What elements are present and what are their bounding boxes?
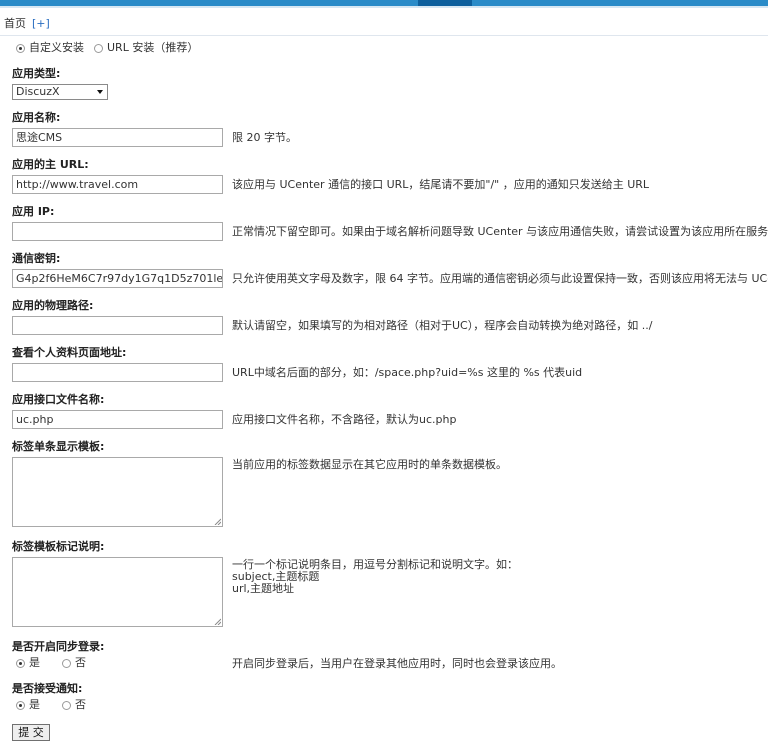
receive-notify-label: 是否接受通知: [12,682,83,695]
app-key-input[interactable]: G4p2f6HeM6C7r97dy1G7q1D5z701leLd3c [12,269,223,288]
profile-url-input[interactable] [12,363,223,382]
app-type-value: DiscuzX [16,85,60,98]
add-tab-link[interactable]: [+] [32,17,50,30]
app-key-label: 通信密钥: [12,252,61,265]
tag-template-hint: 当前应用的标签数据显示在其它应用时的单条数据模板。 [232,458,507,471]
resize-grip-icon[interactable] [214,618,221,625]
api-file-input[interactable]: uc.php [12,410,223,429]
app-url-input[interactable]: http://www.travel.com [12,175,223,194]
radio-unchecked-icon[interactable] [94,43,103,53]
api-file-label: 应用接口文件名称: [12,393,105,406]
app-path-hint: 默认请留空，如果填写的为相对路径（相对于UC），程序会自动转换为绝对路径，如 .… [232,319,653,332]
app-ip-hint: 正常情况下留空即可。如果由于域名解析问题导致 UCenter 与该应用通信失败，… [232,225,768,238]
radio-checked-icon[interactable] [16,658,25,668]
sync-login-hint: 开启同步登录后，当用户在登录其他应用时，同时也会登录该应用。 [232,657,562,670]
receive-notify-yes-label: 是 [29,698,40,711]
install-type-url[interactable]: URL 安装（推荐） [94,40,198,56]
tag-fields-hint: 一行一个标记说明条目，用逗号分割标记和说明文字。如： subject,主题标题 … [232,559,518,595]
sync-login-no[interactable]: 否 [62,655,86,671]
sync-login-yes[interactable]: 是 [16,655,40,671]
app-name-input[interactable]: 思途CMS [12,128,223,147]
radio-checked-icon[interactable] [16,700,25,710]
install-type-group: 自定义安装 URL 安装（推荐） [16,40,208,56]
receive-notify-no[interactable]: 否 [62,697,86,713]
app-name-hint: 限 20 字节。 [232,131,297,144]
app-type-label: 应用类型: [12,67,61,80]
top-accent-underline [0,6,768,8]
api-file-hint: 应用接口文件名称，不含路径，默认为uc.php [232,413,457,426]
profile-url-label: 查看个人资料页面地址: [12,346,127,359]
sync-login-group: 是 否 [16,655,96,671]
resize-grip-icon[interactable] [214,518,221,525]
app-ip-input[interactable] [12,222,223,241]
breadcrumb-home[interactable]: 首页 [4,17,26,30]
submit-button[interactable]: 提 交 [12,724,50,741]
nav-divider [0,35,768,36]
radio-unchecked-icon[interactable] [62,658,71,668]
app-path-input[interactable] [12,316,223,335]
install-type-custom[interactable]: 自定义安装 [16,40,84,56]
receive-notify-no-label: 否 [75,698,86,711]
install-type-custom-label: 自定义安装 [29,41,84,54]
tag-template-textarea[interactable] [12,457,223,527]
sync-login-no-label: 否 [75,656,86,669]
sync-login-yes-label: 是 [29,656,40,669]
tag-fields-hint-line: url,主题地址 [232,582,295,595]
chevron-down-icon [97,90,103,94]
tag-template-label: 标签单条显示模板: [12,440,105,453]
receive-notify-group: 是 否 [16,697,96,713]
receive-notify-yes[interactable]: 是 [16,697,40,713]
tag-fields-label: 标签模板标记说明: [12,540,105,553]
app-url-label: 应用的主 URL: [12,158,89,171]
sync-login-label: 是否开启同步登录: [12,640,105,653]
app-url-hint: 该应用与 UCenter 通信的接口 URL，结尾请不要加"/" ，应用的通知只… [232,178,650,191]
radio-unchecked-icon[interactable] [62,700,71,710]
install-type-url-label: URL 安装（推荐） [107,41,199,54]
tag-fields-textarea[interactable] [12,557,223,627]
profile-url-hint: URL中域名后面的部分，如：/space.php?uid=%s 这里的 %s 代… [232,366,583,379]
app-ip-label: 应用 IP: [12,205,55,218]
app-key-hint: 只允许使用英文字母及数字，限 64 字节。应用端的通信密钥必须与此设置保持一致，… [232,272,768,285]
app-name-label: 应用名称: [12,111,61,124]
radio-checked-icon[interactable] [16,43,25,53]
app-path-label: 应用的物理路径: [12,299,94,312]
breadcrumb: 首页 [+] [4,16,50,32]
app-type-select[interactable]: DiscuzX [12,84,108,100]
